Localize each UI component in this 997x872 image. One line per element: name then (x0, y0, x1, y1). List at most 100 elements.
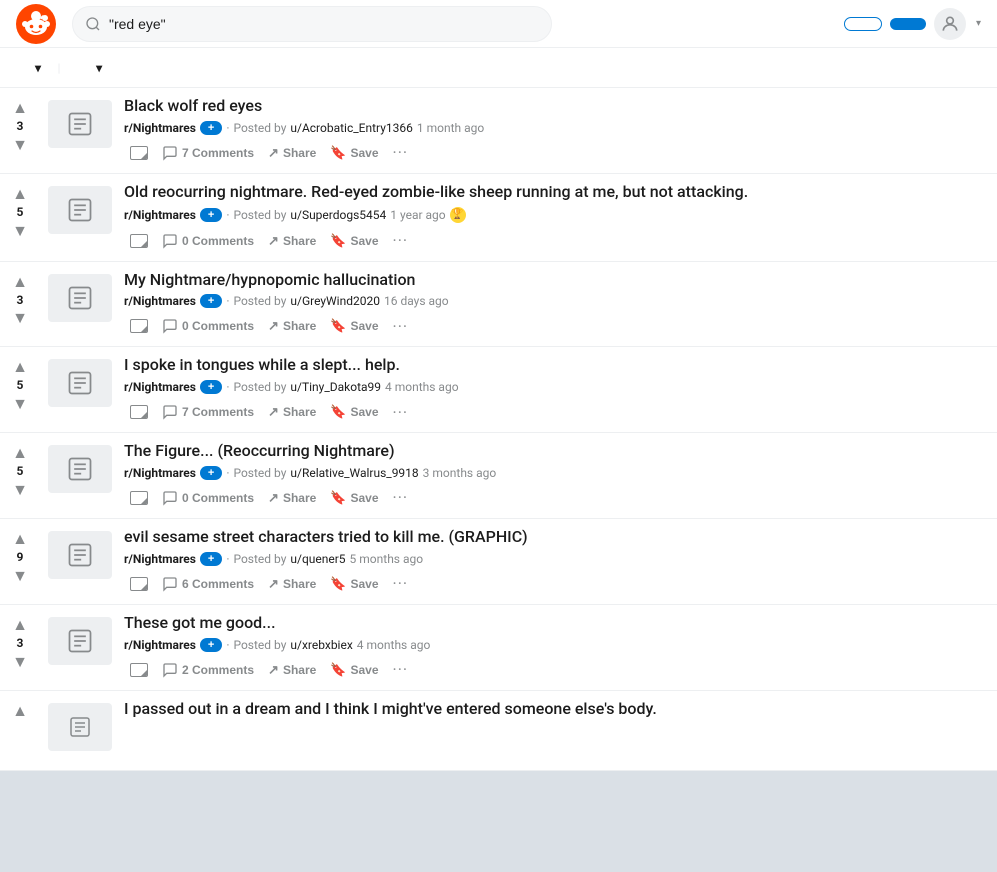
share-button[interactable]: ↗ Share (262, 658, 322, 682)
save-button[interactable]: 🔖 Save (324, 572, 384, 596)
posted-by-label: Posted by (233, 466, 286, 480)
author-link[interactable]: u/Superdogs5454 (290, 208, 386, 222)
comments-button[interactable]: 7 Comments (156, 400, 260, 424)
comments-button[interactable]: 0 Comments (156, 314, 260, 338)
subreddit-link[interactable]: r/Nightmares (124, 380, 196, 394)
post-actions: 2 Comments ↗ Share 🔖 Save ··· (124, 658, 989, 682)
post-title[interactable]: I spoke in tongues while a slept... help… (124, 355, 989, 376)
join-button[interactable]: + (200, 638, 222, 652)
subreddit-link[interactable]: r/Nightmares (124, 121, 196, 135)
more-options-button[interactable]: ··· (387, 401, 415, 424)
post-title[interactable]: My Nightmare/hypnopomic hallucination (124, 270, 989, 291)
comments-icon (162, 490, 178, 506)
more-options-button[interactable]: ··· (387, 486, 415, 509)
login-button[interactable] (844, 17, 882, 31)
downvote-button[interactable]: ▼ (12, 482, 28, 498)
post-title[interactable]: The Figure... (Reoccurring Nightmare) (124, 441, 989, 462)
reddit-logo[interactable] (16, 4, 56, 44)
downvote-button[interactable]: ▼ (12, 654, 28, 670)
post-content: The Figure... (Reoccurring Nightmare) r/… (120, 441, 989, 510)
share-button[interactable]: ↗ Share (262, 572, 322, 596)
user-menu[interactable] (934, 8, 966, 40)
subreddit-link[interactable]: r/Nightmares (124, 638, 196, 652)
sort-value-dropdown[interactable]: ▾ (32, 61, 42, 75)
expand-button[interactable] (124, 573, 154, 595)
post-title[interactable]: Old reocurring nightmare. Red-eyed zombi… (124, 182, 989, 203)
author-link[interactable]: u/xrebxbiex (290, 638, 352, 652)
thumbnail-column (40, 441, 120, 510)
downvote-button[interactable]: ▼ (12, 223, 28, 239)
subreddit-link[interactable]: r/Nightmares (124, 466, 196, 480)
more-options-button[interactable]: ··· (387, 658, 415, 681)
share-button[interactable]: ↗ Share (262, 229, 322, 253)
subreddit-link[interactable]: r/Nightmares (124, 552, 196, 566)
upvote-button[interactable]: ▲ (12, 359, 28, 375)
downvote-button[interactable]: ▼ (12, 310, 28, 326)
comments-button[interactable]: 6 Comments (156, 572, 260, 596)
join-button[interactable]: + (200, 121, 222, 135)
user-caret-icon[interactable]: ▾ (976, 18, 981, 29)
upvote-button[interactable]: ▲ (12, 100, 28, 116)
comments-button[interactable]: 0 Comments (156, 229, 260, 253)
join-button[interactable]: + (200, 466, 222, 480)
comments-button[interactable]: 0 Comments (156, 486, 260, 510)
save-button[interactable]: 🔖 Save (324, 400, 384, 424)
expand-button[interactable] (124, 487, 154, 509)
author-link[interactable]: u/Tiny_Dakota99 (290, 380, 381, 394)
comments-button[interactable]: 2 Comments (156, 658, 260, 682)
more-options-button[interactable]: ··· (387, 229, 415, 252)
downvote-button[interactable]: ▼ (12, 396, 28, 412)
join-button[interactable]: + (200, 380, 222, 394)
expand-button[interactable] (124, 315, 154, 337)
author-link[interactable]: u/Relative_Walrus_9918 (290, 466, 418, 480)
save-button[interactable]: 🔖 Save (324, 229, 384, 253)
downvote-button[interactable]: ▼ (12, 137, 28, 153)
more-options-button[interactable]: ··· (387, 572, 415, 595)
save-button[interactable]: 🔖 Save (324, 314, 384, 338)
post-title[interactable]: Black wolf red eyes (124, 96, 989, 117)
more-options-button[interactable]: ··· (387, 141, 415, 164)
post-thumbnail (48, 186, 112, 234)
share-icon: ↗ (268, 233, 279, 249)
save-button[interactable]: 🔖 Save (324, 141, 384, 165)
upvote-button[interactable]: ▲ (12, 703, 28, 719)
save-button[interactable]: 🔖 Save (324, 658, 384, 682)
post-thumbnail (48, 100, 112, 148)
subreddit-link[interactable]: r/Nightmares (124, 294, 196, 308)
expand-button[interactable] (124, 142, 154, 164)
vote-count: 3 (17, 292, 24, 309)
signup-button[interactable] (890, 18, 926, 30)
upvote-button[interactable]: ▲ (12, 445, 28, 461)
join-button[interactable]: + (200, 208, 222, 222)
author-link[interactable]: u/Acrobatic_Entry1366 (290, 121, 412, 135)
save-button[interactable]: 🔖 Save (324, 486, 384, 510)
posted-by-label: Posted by (233, 552, 286, 566)
upvote-button[interactable]: ▲ (12, 617, 28, 633)
share-button[interactable]: ↗ Share (262, 400, 322, 424)
join-button[interactable]: + (200, 294, 222, 308)
author-link[interactable]: u/quener5 (290, 552, 345, 566)
share-button[interactable]: ↗ Share (262, 141, 322, 165)
join-button[interactable]: + (200, 552, 222, 566)
posts-from-dropdown[interactable]: ▾ (93, 61, 103, 75)
comments-icon (162, 318, 178, 334)
expand-button[interactable] (124, 659, 154, 681)
share-button[interactable]: ↗ Share (262, 486, 322, 510)
share-button[interactable]: ↗ Share (262, 314, 322, 338)
upvote-button[interactable]: ▲ (12, 274, 28, 290)
thumbnail-column (40, 270, 120, 339)
post-title[interactable]: These got me good... (124, 613, 989, 634)
comments-button[interactable]: 7 Comments (156, 141, 260, 165)
more-options-button[interactable]: ··· (387, 315, 415, 338)
expand-button[interactable] (124, 401, 154, 423)
post-title[interactable]: I passed out in a dream and I think I mi… (124, 699, 989, 720)
search-input[interactable] (109, 16, 539, 32)
post-title[interactable]: evil sesame street characters tried to k… (124, 527, 989, 548)
expand-button[interactable] (124, 230, 154, 252)
upvote-button[interactable]: ▲ (12, 186, 28, 202)
subreddit-link[interactable]: r/Nightmares (124, 208, 196, 222)
upvote-button[interactable]: ▲ (12, 531, 28, 547)
author-link[interactable]: u/GreyWind2020 (290, 294, 380, 308)
downvote-button[interactable]: ▼ (12, 568, 28, 584)
search-bar[interactable] (72, 6, 552, 42)
